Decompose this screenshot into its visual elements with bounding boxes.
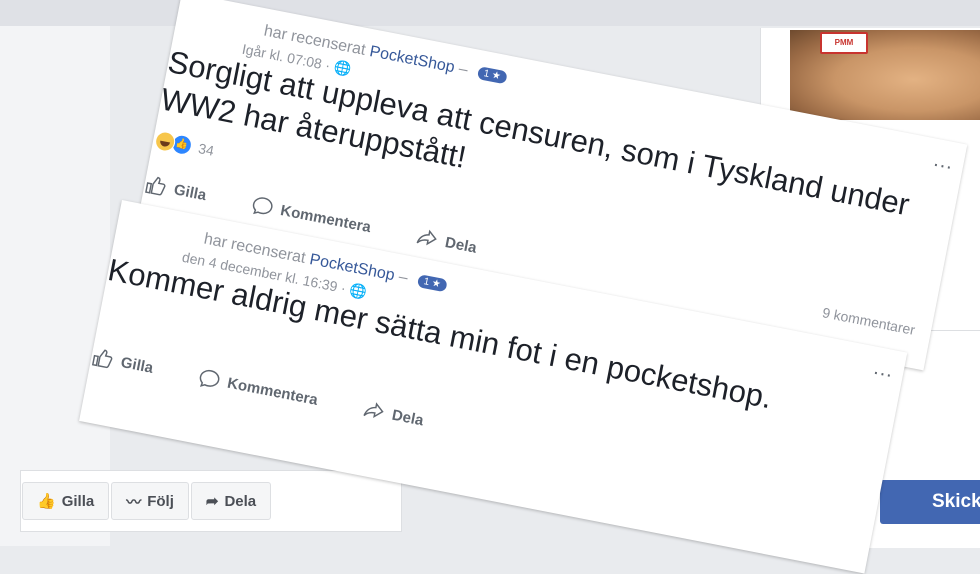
like-button[interactable]: Gilla xyxy=(90,345,156,379)
share-label: Dela xyxy=(443,233,479,257)
page-like-label: Gilla xyxy=(61,492,95,510)
background-photo xyxy=(790,30,980,120)
page-follow-label: Följ xyxy=(147,492,174,510)
share-button[interactable]: Dela xyxy=(361,398,426,431)
separator: – xyxy=(397,268,410,287)
share-icon xyxy=(363,402,384,419)
comments-count[interactable]: 9 kommentarer xyxy=(821,304,916,338)
like-button[interactable]: Gilla xyxy=(143,173,209,207)
page-follow-button[interactable]: 〰 Följ xyxy=(111,482,189,520)
thumbs-up-icon xyxy=(145,176,166,196)
rating-badge: 1 ★ xyxy=(416,274,448,293)
share-button[interactable]: Dela xyxy=(414,225,479,258)
more-options-icon[interactable]: ... xyxy=(872,357,896,383)
page-action-bar: 👍 Gilla 〰 Följ ➦ Dela xyxy=(22,480,382,522)
comment-label: Kommentera xyxy=(279,201,373,236)
separator: – xyxy=(457,60,470,79)
reaction-count: 34 xyxy=(197,140,216,159)
more-options-icon[interactable]: ... xyxy=(932,149,956,175)
share-icon xyxy=(416,229,438,246)
comment-label: Kommentera xyxy=(226,374,320,409)
like-label: Gilla xyxy=(172,180,208,204)
thumbs-up-icon xyxy=(91,349,113,369)
share-label: Dela xyxy=(390,406,425,429)
like-label: Gilla xyxy=(119,353,155,377)
background-left-column xyxy=(0,26,110,546)
page-link[interactable]: PocketShop xyxy=(368,43,456,76)
page-like-button[interactable]: 👍 Gilla xyxy=(22,482,110,520)
comment-icon xyxy=(199,369,219,387)
page-share-label: Dela xyxy=(224,492,257,510)
page-share-button[interactable]: ➦ Dela xyxy=(190,482,272,520)
review-actions: Gilla Kommentera Dela xyxy=(90,345,426,431)
background-top-bar xyxy=(0,0,980,26)
reactions-summary[interactable]: 👍 34 xyxy=(153,129,216,161)
rating-badge: 1 ★ xyxy=(476,66,508,85)
photo-badge: PMM xyxy=(820,32,868,54)
thumbs-up-icon: 👍 xyxy=(37,493,56,510)
rss-icon: 〰 xyxy=(126,493,142,511)
comment-button[interactable]: Kommentera xyxy=(196,366,320,411)
send-button[interactable]: Skicka xyxy=(880,480,980,524)
share-arrow-icon: ➦ xyxy=(205,493,219,510)
comment-icon xyxy=(252,197,273,215)
